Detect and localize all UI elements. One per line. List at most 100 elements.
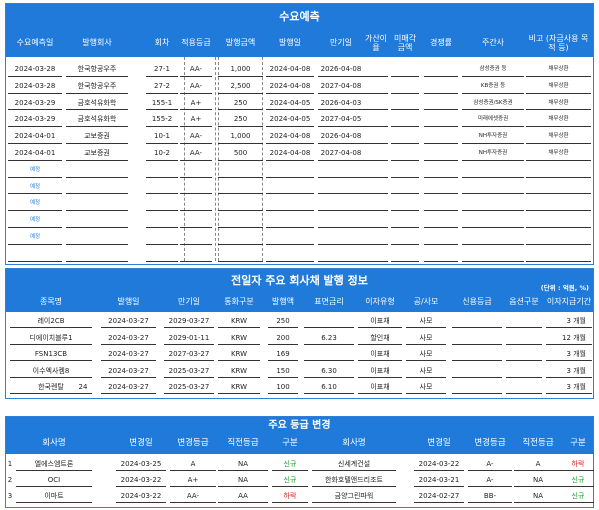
rating-cell: 하락 (562, 458, 594, 471)
prev-day-cell: 이표채 (358, 315, 402, 328)
forecast-cell (66, 214, 128, 228)
rating-cell: 2024-03-21 (414, 474, 464, 487)
rating-cell: NA (514, 490, 562, 503)
forecast-cell: 2027-04-08 (318, 147, 364, 161)
rating-cell: A- (468, 458, 512, 471)
forecast-cell: 2024-03-28 (8, 80, 62, 94)
forecast-cell: 예정 (8, 181, 62, 195)
forecast-row (6, 248, 593, 265)
forecast-cell: 채무상환 (526, 147, 591, 161)
rating-cell: A (170, 458, 216, 471)
forecast-cell (218, 231, 263, 245)
forecast-cell (180, 164, 212, 178)
forecast-cell (364, 181, 388, 195)
forecast-cell: 예정 (8, 164, 62, 178)
forecast-cell: 교보증권 (66, 130, 128, 144)
forecast-cell (526, 248, 591, 262)
prev-day-cell: 2024-03-27 (101, 315, 156, 328)
prev-day-cell: 레이2CB (10, 315, 92, 328)
forecast-cell: 250 (218, 97, 263, 111)
forecast-cell (318, 197, 364, 212)
forecast-cell (218, 164, 263, 178)
prev-day-cell: 2029-03-27 (164, 315, 214, 328)
forecast-cell: 채무상환 (526, 97, 591, 111)
forecast-cell: 2024-03-29 (8, 97, 62, 111)
prev-day-col-header: 만기일 (177, 297, 201, 307)
forecast-cell: 2026-04-03 (318, 97, 364, 111)
forecast-cell (391, 130, 419, 144)
forecast-cell (8, 248, 62, 262)
forecast-row: 2024-03-28 한국항공우주 27-1 AA- 1,000 2024-04-08 20… (6, 63, 593, 80)
rating-row-number: 3 (7, 492, 13, 500)
prev-day-row: 이수엑사켐8 2024-03-27 2025-03-27 KRW 150 6.30 이표채 사… (6, 365, 593, 381)
forecast-cell: 2024-04-05 (266, 113, 314, 128)
forecast-cell (424, 80, 458, 94)
prev-day-row: 한국렌탈 2024-03-27 2025-03-27 KRW 100 6.10 이표채 사모 3… (6, 381, 593, 397)
rating-col-header: 회사명 (342, 438, 366, 449)
forecast-cell (391, 231, 419, 245)
forecast-row: 2024-04-01 교보증권 10-1 AA- 1,000 2024-04-08 2026… (6, 130, 593, 147)
prev-day-header: 종목명 발행일 만기일 통화구분 발행액 표면금리 이자유형 공/사모 신용등급 옵션구분 이자지급… (6, 293, 593, 312)
prev-day-cell: 할인채 (358, 332, 402, 345)
rating-table: 1 엘에스엠트론 2024-03-25 A NA 신규 신세계건설 2024-03-22 A- A… (6, 454, 594, 507)
prev-day-cell (506, 381, 542, 394)
prev-day-table: 레이2CB 2024-03-27 2029-03-27 KRW 250 이표채 사모 3 개월… (6, 312, 593, 398)
forecast-cell: 2026-04-08 (318, 130, 364, 144)
prev-day-cell: 6.30 (304, 365, 354, 378)
forecast-cell (266, 164, 314, 178)
forecast-row: 2024-03-29 금호석유화학 155-2 A+ 250 2024-04-05 2027… (6, 113, 593, 130)
prev-day-cell: 3 개월 (546, 365, 592, 378)
rating-cell: NA (514, 474, 562, 487)
forecast-cell (318, 181, 364, 195)
prev-day-cell: 12 개월 (546, 332, 592, 345)
forecast-cell (180, 197, 212, 212)
prev-day-cell: 사모 (406, 348, 446, 361)
forecast-cell (218, 197, 263, 212)
forecast-cell (391, 197, 419, 212)
rating-cell: 2024-02-27 (414, 490, 464, 503)
prev-day-cell: FSN13CB (10, 348, 92, 361)
forecast-cell (391, 63, 419, 77)
forecast-cell: 2024-04-01 (8, 147, 62, 161)
forecast-cell (266, 231, 314, 245)
prev-day-panel: 전일자 주요 회사채 발행 정보 (단위 : 억원, %) 종목명 발행일 만기일 통… (5, 268, 594, 399)
forecast-cell: 1,000 (218, 63, 263, 77)
prev-day-cell: 이수엑사켐8 (10, 365, 92, 378)
forecast-cell (66, 181, 128, 195)
rating-row-number: 2 (7, 476, 13, 484)
forecast-cell: 채무상환 (526, 63, 591, 77)
forecast-cell: 채무상환 (526, 113, 591, 128)
prev-day-cell: 3 개월 (546, 381, 592, 394)
prev-day-row: 레이2CB 2024-03-27 2029-03-27 KRW 250 이표채 사모 3 개월 (6, 315, 593, 331)
forecast-cell (526, 214, 591, 228)
prev-day-cell: 3 개월 (546, 348, 592, 361)
forecast-cell: 250 (218, 113, 263, 128)
rating-cell: 금양그린파워 (312, 490, 396, 503)
prev-day-cell: KRW (218, 381, 260, 394)
forecast-cell (462, 248, 524, 262)
rating-col-header: 회사명 (42, 438, 66, 449)
prev-day-col-header: 공/사모 (413, 297, 439, 307)
forecast-cell (146, 248, 178, 262)
forecast-cell (424, 147, 458, 161)
forecast-cell (424, 130, 458, 144)
forecast-cell (424, 197, 458, 212)
forecast-cell (218, 181, 263, 195)
rating-cell: A- (468, 474, 512, 487)
prev-day-cell (452, 348, 502, 361)
rating-cell: 이마트 (16, 490, 92, 503)
prev-day-cell: 150 (268, 365, 298, 378)
forecast-cell: 삼성증권 등 (462, 63, 524, 77)
forecast-cell: 27-1 (146, 63, 178, 77)
forecast-cell (146, 181, 178, 195)
rating-col-header: 변경등급 (177, 438, 209, 449)
prev-day-cell: 2024-03-27 (101, 348, 156, 361)
prev-day-cell (452, 332, 502, 345)
forecast-cell: 2026-04-08 (318, 63, 364, 77)
forecast-cell: 한국항공우주 (66, 80, 128, 94)
forecast-cell: 1,000 (218, 130, 263, 144)
rating-cell: 2024-03-22 (414, 458, 464, 471)
prev-day-cell: 2024-03-27 (101, 332, 156, 345)
forecast-cell (391, 97, 419, 111)
prev-day-row: FSN13CB 2024-03-27 2027-03-27 KRW 169 이표채 사모 3 … (6, 348, 593, 364)
